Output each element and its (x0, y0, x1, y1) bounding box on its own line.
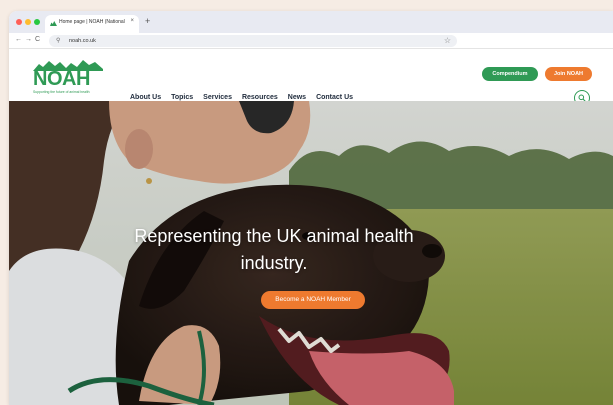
forward-button[interactable]: → (25, 36, 32, 44)
bookmark-star-icon[interactable]: ☆ (444, 36, 451, 46)
noah-logo[interactable]: NOAH Supporting the future of animal hea… (33, 59, 103, 97)
join-noah-button[interactable]: Join NOAH (545, 67, 592, 81)
hero-heading-line-2: industry. (240, 253, 308, 273)
nav-contact-us[interactable]: Contact Us (316, 94, 353, 101)
new-tab-button[interactable]: + (145, 16, 150, 26)
back-button[interactable]: ← (15, 36, 22, 44)
maximize-window-button[interactable] (34, 19, 40, 25)
hero-banner: Representing the UK animal health indust… (9, 101, 613, 405)
main-nav: About Us Topics Services Resources News … (130, 94, 353, 101)
tab-close-icon[interactable]: × (130, 18, 134, 24)
logo-tagline: Supporting the future of animal health (33, 90, 90, 94)
browser-tab[interactable]: Home page | NOAH (National × (45, 15, 139, 33)
nav-about-us[interactable]: About Us (130, 94, 161, 101)
become-member-button[interactable]: Become a NOAH Member (261, 291, 365, 309)
compendium-button[interactable]: Compendium (482, 67, 538, 81)
nav-resources[interactable]: Resources (242, 94, 278, 101)
site-info-icon[interactable]: ⚲ (56, 37, 60, 45)
browser-window: Home page | NOAH (National × + ← → C ⚲ n… (9, 11, 613, 405)
browser-toolbar: ← → C ⚲ noah.co.uk ☆ (9, 33, 613, 49)
logo-wordmark: NOAH (33, 68, 90, 90)
nav-services[interactable]: Services (203, 94, 232, 101)
tab-strip: Home page | NOAH (National × + (9, 11, 613, 33)
hero-heading-line-1: Representing the UK animal health (134, 226, 414, 246)
reload-button[interactable]: C (35, 36, 40, 44)
favicon-icon (50, 21, 57, 26)
url-text[interactable]: noah.co.uk (69, 38, 96, 44)
nav-topics[interactable]: Topics (171, 94, 193, 101)
address-bar[interactable]: ⚲ noah.co.uk ☆ (49, 35, 457, 47)
hero-heading: Representing the UK animal health indust… (9, 223, 539, 277)
nav-news[interactable]: News (288, 94, 306, 101)
minimize-window-button[interactable] (25, 19, 31, 25)
tab-title: Home page | NOAH (National (59, 19, 125, 25)
close-window-button[interactable] (16, 19, 22, 25)
